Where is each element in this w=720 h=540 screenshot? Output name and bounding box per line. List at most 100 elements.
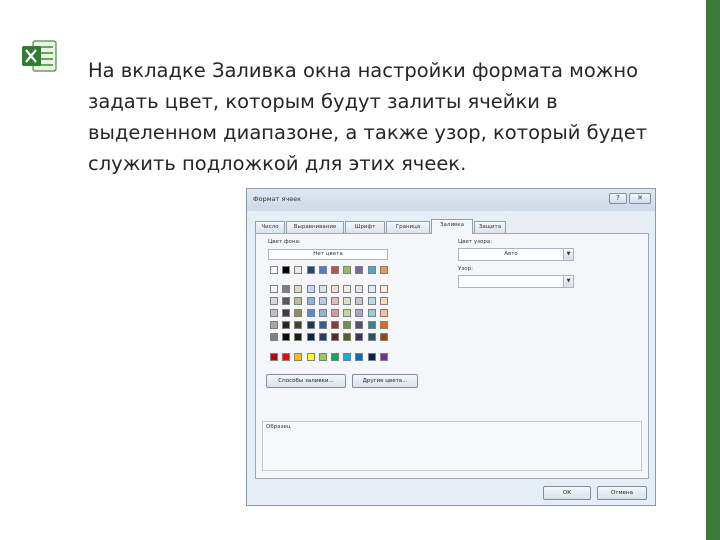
tint-color-swatch[interactable] (343, 333, 352, 341)
ok-button[interactable]: ОК (543, 486, 591, 500)
help-button[interactable]: ? (609, 193, 627, 204)
standard-color-swatch[interactable] (367, 353, 376, 361)
tab-number[interactable]: Число (255, 221, 285, 233)
standard-color-swatch[interactable] (379, 353, 388, 361)
sample-area: Образец (262, 421, 642, 471)
tab-font[interactable]: Шрифт (345, 221, 385, 233)
tab-border[interactable]: Граница (386, 221, 430, 233)
standard-color-swatch[interactable] (282, 353, 291, 361)
standard-color-swatch[interactable] (270, 353, 278, 361)
tint-color-swatch[interactable] (343, 309, 352, 317)
tint-color-swatch[interactable] (282, 309, 291, 317)
standard-color-swatch[interactable] (294, 353, 303, 361)
tint-color-swatch[interactable] (355, 297, 364, 305)
tint-color-swatch[interactable] (294, 321, 303, 329)
tint-color-swatch[interactable] (270, 297, 278, 305)
tint-color-swatch[interactable] (318, 285, 327, 293)
tint-color-swatch[interactable] (331, 333, 339, 341)
tint-color-swatch[interactable] (355, 285, 364, 293)
theme-color-swatch[interactable] (379, 266, 388, 274)
theme-color-swatch[interactable] (318, 266, 327, 274)
tint-color-swatch[interactable] (306, 285, 315, 293)
pattern-style-label: Узор: (458, 266, 473, 272)
tint-color-swatch[interactable] (282, 297, 291, 305)
tint-color-swatch[interactable] (367, 309, 376, 317)
excel-logo-icon (22, 40, 57, 72)
tint-color-swatch[interactable] (270, 285, 278, 293)
slide-body-text: На вкладке Заливка окна настройки формат… (88, 55, 688, 179)
standard-color-swatch[interactable] (306, 353, 315, 361)
tint-color-swatch[interactable] (306, 321, 315, 329)
tint-color-swatch[interactable] (270, 309, 278, 317)
dialog-title: Формат ячеек (253, 195, 302, 203)
no-color-button[interactable]: Нет цвета (268, 249, 388, 260)
text-line: выделенном диапазоне, а также узор, кото… (88, 121, 648, 144)
tint-color-swatch[interactable] (367, 297, 376, 305)
tint-color-swatch[interactable] (306, 333, 315, 341)
format-cells-dialog: Формат ячеек ? ✕ Число Выравнивание Шриф… (246, 188, 656, 506)
tab-alignment[interactable]: Выравнивание (286, 221, 344, 233)
tint-color-swatch[interactable] (355, 321, 364, 329)
theme-color-swatch[interactable] (306, 266, 315, 274)
tint-color-swatch[interactable] (331, 297, 339, 305)
tint-color-swatch[interactable] (331, 321, 339, 329)
fill-panel: Цвет фона: Нет цвета Цвет узора: Авто ▼ … (255, 233, 649, 479)
cancel-button[interactable]: Отмена (597, 486, 647, 500)
theme-color-swatch[interactable] (331, 266, 339, 274)
background-color-label: Цвет фона: (268, 239, 301, 245)
fill-effects-button[interactable]: Способы заливки... (266, 374, 346, 388)
theme-color-swatch[interactable] (282, 266, 291, 274)
theme-color-swatch[interactable] (343, 266, 352, 274)
standard-color-swatch[interactable] (343, 353, 352, 361)
tint-color-swatch[interactable] (331, 309, 339, 317)
tint-color-swatch[interactable] (282, 285, 291, 293)
standard-color-swatch[interactable] (355, 353, 364, 361)
tint-color-swatch[interactable] (306, 297, 315, 305)
text-line: задать цвет, которым будут залиты ячейки… (88, 90, 558, 113)
tint-color-swatch[interactable] (379, 333, 388, 341)
tint-color-swatch[interactable] (331, 285, 339, 293)
tint-color-swatch[interactable] (367, 333, 376, 341)
tint-color-swatch[interactable] (318, 333, 327, 341)
tint-color-swatch[interactable] (294, 309, 303, 317)
tint-color-swatch[interactable] (318, 297, 327, 305)
tint-color-swatch[interactable] (379, 321, 388, 329)
tint-color-swatch[interactable] (379, 285, 388, 293)
standard-color-swatch[interactable] (331, 353, 339, 361)
tint-color-swatch[interactable] (294, 285, 303, 293)
theme-color-swatch[interactable] (270, 266, 278, 274)
tab-protection[interactable]: Защита (474, 221, 506, 233)
tint-color-swatch[interactable] (343, 321, 352, 329)
close-button[interactable]: ✕ (629, 193, 651, 204)
dialog-titlebar: Формат ячеек ? ✕ (247, 189, 655, 211)
tint-color-swatch[interactable] (343, 297, 352, 305)
chevron-down-icon: ▼ (563, 249, 573, 260)
tint-color-swatch[interactable] (294, 297, 303, 305)
tint-color-swatch[interactable] (355, 333, 364, 341)
more-colors-button[interactable]: Другие цвета... (352, 374, 418, 388)
tint-color-swatch[interactable] (294, 333, 303, 341)
tint-color-swatch[interactable] (270, 333, 278, 341)
tint-color-swatch[interactable] (318, 321, 327, 329)
tab-fill[interactable]: Заливка (431, 219, 473, 234)
standard-color-swatch[interactable] (318, 353, 327, 361)
pattern-style-select[interactable]: ▼ (458, 275, 574, 288)
tint-color-swatch[interactable] (270, 321, 278, 329)
theme-color-swatch[interactable] (367, 266, 376, 274)
pattern-color-value: Авто (504, 251, 518, 257)
theme-color-swatch[interactable] (355, 266, 364, 274)
tint-color-swatch[interactable] (282, 333, 291, 341)
tint-color-swatch[interactable] (367, 321, 376, 329)
text-line: На вкладке Заливка окна настройки формат… (88, 59, 639, 82)
tint-color-swatch[interactable] (282, 321, 291, 329)
tint-color-swatch[interactable] (318, 309, 327, 317)
tint-color-swatch[interactable] (343, 285, 352, 293)
tint-color-swatch[interactable] (306, 309, 315, 317)
theme-color-swatch[interactable] (294, 266, 303, 274)
tint-color-swatch[interactable] (379, 309, 388, 317)
tint-color-swatch[interactable] (367, 285, 376, 293)
pattern-color-label: Цвет узора: (458, 239, 493, 245)
tint-color-swatch[interactable] (355, 309, 364, 317)
pattern-color-select[interactable]: Авто ▼ (458, 248, 574, 261)
tint-color-swatch[interactable] (379, 297, 388, 305)
